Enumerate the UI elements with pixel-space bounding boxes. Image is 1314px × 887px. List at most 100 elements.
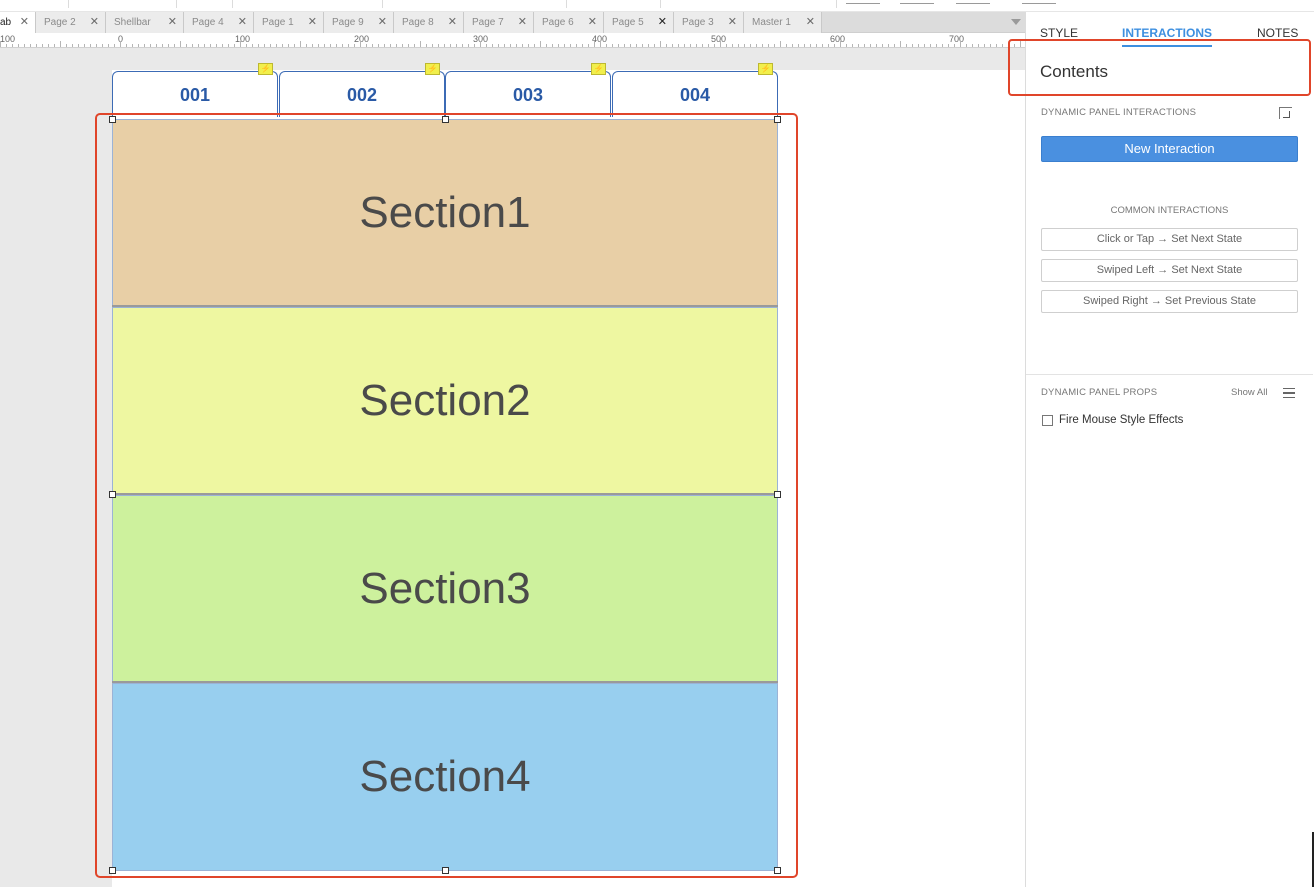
ruler-tick — [906, 44, 907, 47]
tab-button-label: 001 — [179, 85, 211, 105]
ruler-tick — [696, 44, 697, 47]
ruler-tick — [618, 44, 619, 47]
ruler-tick — [1002, 44, 1003, 47]
ruler-tick — [606, 44, 607, 47]
common-interaction-button[interactable]: Swiped Left → Set Next State — [1041, 259, 1298, 282]
ruler-tick — [672, 44, 673, 47]
ruler-tick — [408, 44, 409, 47]
ruler-label: 600 — [830, 34, 846, 44]
ruler-tick — [750, 44, 751, 47]
page-tab-page-6[interactable]: Page 6 ✕ — [534, 12, 604, 33]
tab-button-001[interactable]: 001 ⚡ — [112, 63, 278, 117]
page-tab-page-7[interactable]: Page 7 ✕ — [464, 12, 534, 33]
close-icon[interactable]: ✕ — [20, 12, 29, 33]
ruler-tick — [18, 44, 19, 47]
ruler-tick — [570, 44, 571, 47]
ruler-tick — [96, 44, 97, 47]
page-tab-page-9[interactable]: Page 9 ✕ — [324, 12, 394, 33]
ruler-tick — [978, 44, 979, 47]
ruler-tick — [534, 44, 535, 47]
show-all-link[interactable]: Show All — [1231, 387, 1267, 398]
design-canvas[interactable]: 001 ⚡ 002 ⚡ 003 ⚡ 004 ⚡ Section1 Section… — [0, 48, 1025, 887]
ruler-tick — [156, 44, 157, 47]
tab-style[interactable]: STYLE — [1040, 26, 1078, 40]
ruler-tick — [252, 44, 253, 47]
tab-button-label: 003 — [512, 85, 544, 105]
expand-icon[interactable] — [1279, 107, 1292, 119]
ruler-tick — [786, 44, 787, 47]
ruler-tick — [924, 44, 925, 47]
close-icon[interactable]: ✕ — [238, 12, 247, 33]
tab-button-004[interactable]: 004 ⚡ — [612, 63, 778, 117]
close-icon[interactable]: ✕ — [168, 12, 177, 33]
toolbar-control[interactable] — [956, 3, 990, 4]
toolbar-separator — [232, 0, 233, 8]
page-tab-page-2[interactable]: Page 2 ✕ — [36, 12, 106, 33]
toolbar-control[interactable] — [900, 3, 934, 4]
ruler-tick — [768, 44, 769, 47]
page-tab-master-1[interactable]: Master 1 ✕ — [744, 12, 822, 33]
close-icon[interactable]: ✕ — [588, 12, 597, 33]
ruler-tick — [366, 44, 367, 47]
close-icon[interactable]: ✕ — [90, 12, 99, 33]
ruler-tick — [12, 44, 13, 47]
section-heading: DYNAMIC PANEL INTERACTIONS — [1041, 107, 1197, 118]
ruler-tick — [120, 41, 121, 47]
ruler-tick — [822, 44, 823, 47]
ruler-tick — [36, 44, 37, 47]
section-heading: COMMON INTERACTIONS — [1110, 205, 1229, 216]
common-interaction-button[interactable]: Swiped Right → Set Previous State — [1041, 290, 1298, 313]
tab-button-002[interactable]: 002 ⚡ — [279, 63, 445, 117]
close-icon[interactable]: ✕ — [308, 12, 317, 33]
ruler-tick — [24, 44, 25, 47]
page-tab-page-1[interactable]: Page 1 ✕ — [254, 12, 324, 33]
ruler-tick — [474, 44, 475, 47]
tab-button-003[interactable]: 003 ⚡ — [445, 63, 611, 117]
menu-icon[interactable] — [1283, 388, 1295, 398]
ruler-tick — [258, 44, 259, 47]
selection-highlight-box — [95, 113, 798, 878]
close-icon[interactable]: ✕ — [728, 12, 737, 33]
ruler-tick — [756, 44, 757, 47]
page-tab-page-5[interactable]: Page 5 ✕ — [604, 12, 674, 33]
close-icon[interactable]: ✕ — [448, 12, 457, 33]
ruler-tick — [6, 44, 7, 47]
ruler-tick — [552, 44, 553, 47]
ruler-tick — [0, 41, 1, 47]
ruler-tick — [738, 44, 739, 47]
ruler-tick — [270, 44, 271, 47]
new-interaction-button[interactable]: New Interaction — [1041, 136, 1298, 162]
page-tab-label: Page 5 — [612, 17, 644, 28]
ruler-tick — [378, 44, 379, 47]
close-icon[interactable]: ✕ — [658, 12, 667, 33]
ruler-tick — [30, 44, 31, 47]
tab-overflow-icon[interactable] — [1011, 19, 1021, 25]
page-tab-page-4[interactable]: Page 4 ✕ — [184, 12, 254, 33]
page-tab-shellbar[interactable]: Shellbar ✕ — [106, 12, 184, 33]
close-icon[interactable]: ✕ — [806, 12, 815, 33]
close-icon[interactable]: ✕ — [378, 12, 387, 33]
common-interaction-button[interactable]: Click or Tap → Set Next State — [1041, 228, 1298, 251]
page-tab-ab[interactable]: ab ✕ — [0, 12, 36, 33]
ruler-tick — [996, 44, 997, 47]
ruler-tick — [846, 44, 847, 47]
toolbar-control[interactable] — [1022, 3, 1056, 4]
horizontal-ruler: 100 0 100 200 300 400 500 600 700 — [0, 33, 1025, 48]
widget-name-title[interactable]: Contents — [1040, 62, 1108, 82]
ruler-tick — [708, 44, 709, 47]
tab-notes[interactable]: NOTES — [1257, 26, 1298, 40]
ruler-tick — [594, 41, 595, 47]
fire-mouse-checkbox[interactable] — [1042, 415, 1053, 426]
ruler-tick — [48, 44, 49, 47]
close-icon[interactable]: ✕ — [518, 12, 527, 33]
page-tab-page-8[interactable]: Page 8 ✕ — [394, 12, 464, 33]
page-tab-page-3[interactable]: Page 3 ✕ — [674, 12, 744, 33]
ruler-tick — [948, 44, 949, 47]
tab-interactions[interactable]: INTERACTIONS — [1122, 26, 1212, 40]
toolbar-control[interactable] — [846, 3, 880, 4]
ruler-tick — [420, 41, 421, 47]
ruler-tick — [294, 44, 295, 47]
ruler-tick — [918, 44, 919, 47]
ruler-tick — [216, 44, 217, 47]
lightning-icon: ⚡ — [425, 63, 440, 75]
